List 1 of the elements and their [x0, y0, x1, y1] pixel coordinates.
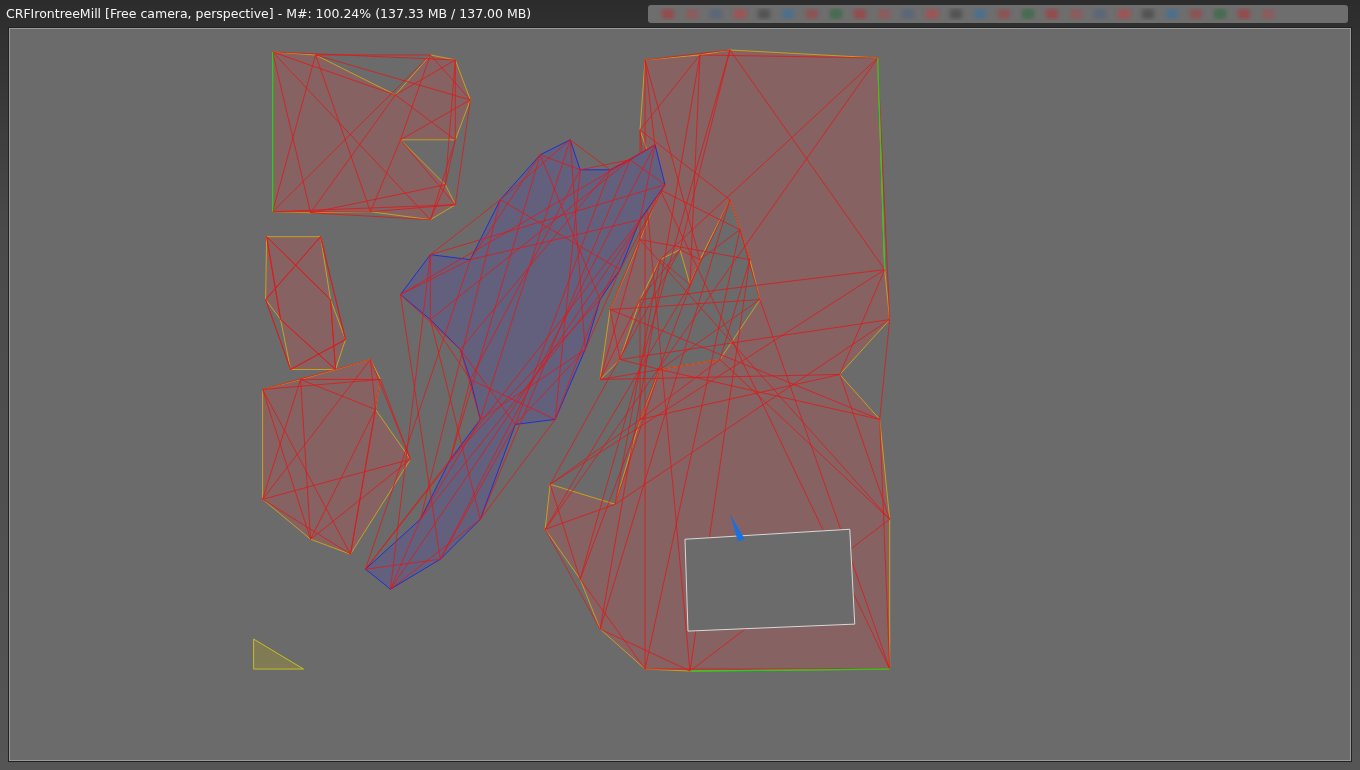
- window-title: CRFIrontreeMill [Free camera, perspective] - M#: 100.24% (137.33 MB / 137.00 MB): [6, 6, 532, 22]
